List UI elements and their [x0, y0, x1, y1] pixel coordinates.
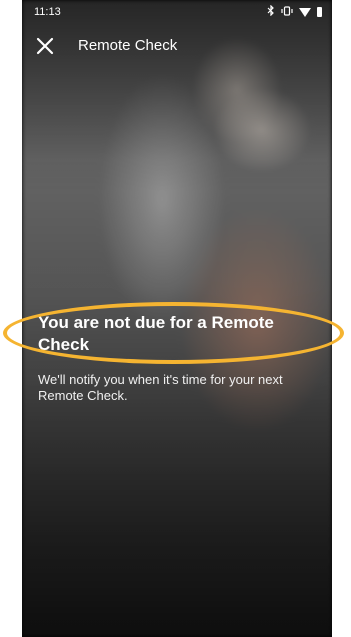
close-button[interactable]: [34, 35, 56, 57]
app-screen: 11:13 Remote Check You are not due for a…: [22, 0, 332, 637]
app-bar: Remote Check: [22, 30, 332, 62]
status-bar: 11:13: [22, 0, 332, 28]
headline: You are not due for a Remote Check: [38, 313, 274, 354]
close-icon: [36, 37, 54, 55]
status-time: 11:13: [34, 6, 61, 18]
page-title: Remote Check: [78, 37, 178, 54]
bluetooth-icon: [267, 4, 275, 19]
main-content: You are not due for a Remote Check We'll…: [38, 312, 318, 404]
info-message: We'll notify you when it's time for your…: [38, 372, 283, 403]
battery-icon: [317, 7, 322, 17]
vibrate-icon: [281, 5, 293, 19]
status-icons: [267, 4, 322, 19]
wifi-icon: [299, 7, 311, 17]
